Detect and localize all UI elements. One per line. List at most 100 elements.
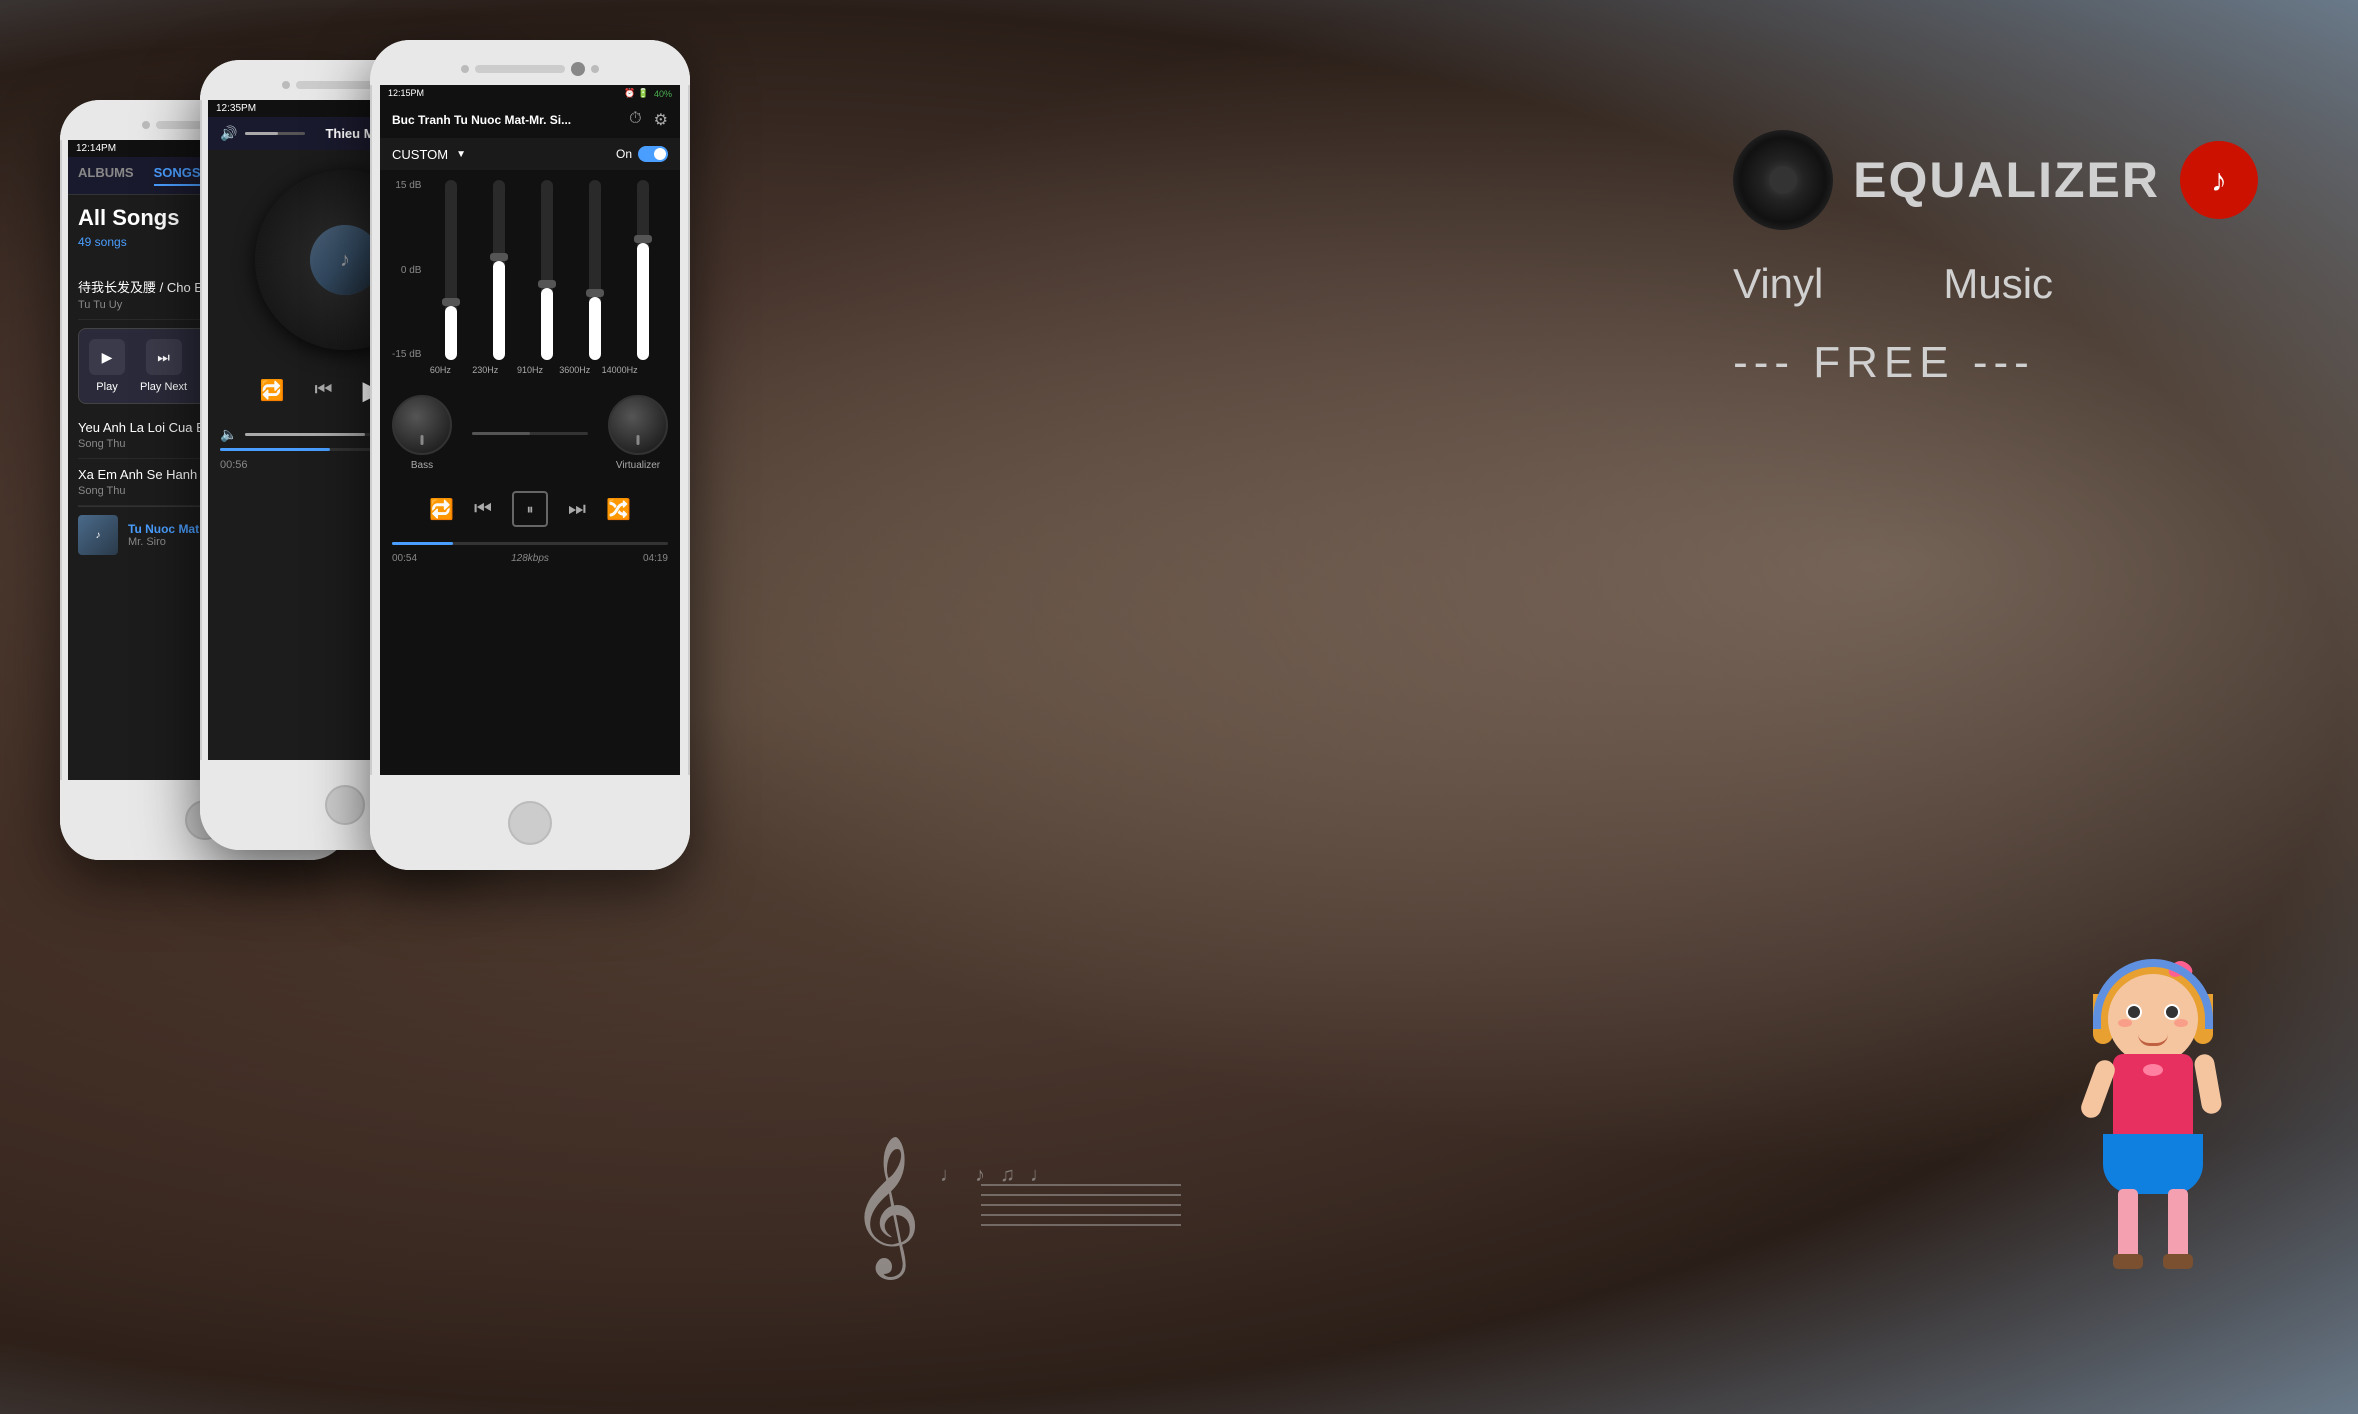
eq-toggle-switch[interactable] [638, 146, 668, 162]
eq-band-230hz[interactable] [479, 180, 519, 360]
eq-pause-btn[interactable]: ⏸ [512, 491, 548, 527]
eq-track-230hz[interactable] [493, 180, 505, 360]
freq-230hz: 230Hz [467, 365, 504, 375]
eq-header-icons: ⏱ ⚙ [629, 110, 668, 130]
phone3-home[interactable] [508, 801, 552, 845]
phone3-header: Buc Tranh Tu Nuoc Mat-Mr. Si... ⏱ ⚙ [380, 102, 680, 138]
note-3: ♫ [1000, 1164, 1015, 1187]
db-0: 0 dB [392, 265, 421, 276]
play-next-icon: ⏭ [146, 339, 182, 375]
eq-song-name: Buc Tranh Tu Nuoc Mat-Mr. Si... [392, 113, 629, 127]
phone3-top [370, 40, 690, 85]
note-4: ♩ [1030, 1164, 1050, 1187]
eq-bands [426, 180, 668, 360]
phone2-dot1 [282, 81, 290, 89]
phone3-dot2 [591, 65, 599, 73]
eq-sliders-area: 15 dB 0 dB -15 dB [380, 170, 680, 385]
eq-progress-bar[interactable] [392, 542, 668, 545]
vinyl-disc-icon [1733, 130, 1833, 230]
eq-track-14000hz[interactable] [637, 180, 649, 360]
phone2-time: 12:35PM [216, 103, 256, 114]
eq-preset-dropdown[interactable]: ▼ [456, 149, 466, 160]
db-neg15: -15 dB [392, 349, 421, 360]
vol-low-icon: 🔈 [220, 426, 237, 443]
phone2-home[interactable] [325, 785, 365, 825]
timer-icon[interactable]: ⏱ [629, 110, 641, 130]
time-current: 00:56 [220, 459, 248, 471]
music-note-icon: ♪ [2211, 162, 2227, 199]
eq-on-toggle[interactable]: On [616, 146, 668, 162]
db-15: 15 dB [392, 180, 421, 191]
volume-fill [245, 433, 364, 436]
pause-icon: ⏸ [527, 501, 534, 518]
girl-smile [2138, 1034, 2168, 1046]
free-row: --- FREE --- [1733, 338, 2258, 388]
eq-repeat-btn[interactable]: 🔁 [429, 497, 454, 522]
girl-character [2018, 954, 2298, 1334]
eq-progress-row [380, 537, 680, 550]
knob-separator [472, 432, 588, 435]
treble-clef-icon: 𝄞 [850, 1144, 921, 1264]
music-notation: 𝄞 ♩ ♪ ♫ ♩ [850, 1144, 1181, 1264]
eq-shuffle-btn[interactable]: 🔀 [606, 497, 631, 522]
eq-track-60hz[interactable] [445, 180, 457, 360]
girl-torso [2113, 1054, 2193, 1144]
phones-container: 12:14PM ALBUMS SONGS All Songs 49 songs … [60, 40, 860, 1340]
eq-band-60hz[interactable] [431, 180, 471, 360]
volume-control: 🔊 [220, 125, 305, 142]
eq-bitrate: 128kbps [511, 553, 549, 564]
girl-leg-left [2118, 1189, 2138, 1259]
staff-line-4 [981, 1214, 1181, 1216]
eq-progress-fill [392, 542, 453, 545]
eq-track-910hz[interactable] [541, 180, 553, 360]
eq-settings-icon[interactable]: ⚙ [654, 110, 668, 130]
eq-thumb-230hz[interactable] [490, 253, 508, 261]
staff-line-2 [981, 1194, 1181, 1196]
girl-shoe-left [2113, 1254, 2143, 1269]
virtualizer-knob[interactable] [608, 395, 668, 455]
vinyl-music-row: Vinyl Music [1733, 260, 2258, 308]
phone3-time: 12:15PM [388, 88, 424, 99]
progress-fill [220, 448, 330, 451]
eq-track-3600hz[interactable] [589, 180, 601, 360]
eq-time-total: 04:19 [643, 553, 668, 564]
girl-leg-right [2168, 1189, 2188, 1259]
right-panel: EQUALIZER ♪ Vinyl Music --- FREE --- [1733, 130, 2258, 388]
phone3-bottom [370, 775, 690, 870]
eq-thumb-14000hz[interactable] [634, 235, 652, 243]
eq-freq-labels: 60Hz 230Hz 910Hz 3600Hz 14000Hz [392, 360, 668, 375]
eq-thumb-3600hz[interactable] [586, 289, 604, 297]
eq-next-btn[interactable]: ⏭ [568, 498, 586, 521]
eq-on-label: On [616, 147, 632, 161]
eq-thumb-60hz[interactable] [442, 298, 460, 306]
music-staff [981, 1184, 1181, 1226]
girl-arm-left [2078, 1057, 2117, 1120]
phone3-screen: 12:15PM ⏰ 🔋 40% Buc Tranh Tu Nuoc Mat-Mr… [380, 85, 680, 775]
play-next-button[interactable]: ⏭ Play Next [140, 339, 187, 393]
virtualizer-label: Virtualizer [616, 460, 660, 471]
eq-band-3600hz[interactable] [575, 180, 615, 360]
staff-line-5 [981, 1224, 1181, 1226]
girl-skirt [2103, 1134, 2203, 1194]
phone1-time: 12:14PM [76, 143, 116, 154]
tab-albums[interactable]: ALBUMS [78, 165, 134, 186]
freq-910hz: 910Hz [512, 365, 549, 375]
tab-songs[interactable]: SONGS [154, 165, 201, 186]
play-button[interactable]: ▶ Play [89, 339, 125, 393]
phone3-battery: 40% [654, 89, 672, 99]
free-label: --- FREE --- [1733, 338, 2035, 387]
bass-label: Bass [411, 460, 433, 471]
freq-14000hz: 14000Hz [601, 365, 638, 375]
repeat-button[interactable]: 🔁 [260, 378, 285, 403]
girl-shoe-right [2163, 1254, 2193, 1269]
eq-band-14000hz[interactable] [623, 180, 663, 360]
phone3-dot1 [461, 65, 469, 73]
phone2-speaker [296, 81, 376, 89]
eq-band-910hz[interactable] [527, 180, 567, 360]
bass-knob[interactable] [392, 395, 452, 455]
prev-button[interactable]: ⏮ [314, 379, 332, 402]
staff-line-3 [981, 1204, 1181, 1206]
eq-prev-btn[interactable]: ⏮ [474, 498, 492, 521]
vinyl-label: Vinyl [1733, 260, 1823, 308]
eq-thumb-910hz[interactable] [538, 280, 556, 288]
